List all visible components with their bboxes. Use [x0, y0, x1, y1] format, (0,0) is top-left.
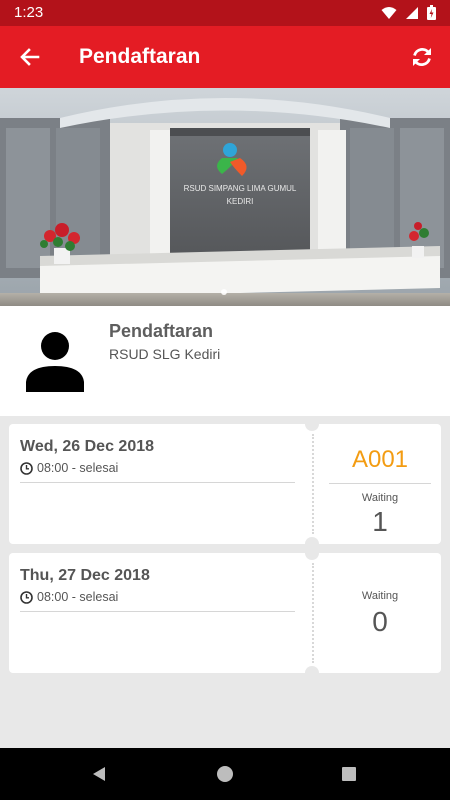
wifi-icon	[381, 6, 397, 19]
queue-number: A001	[351, 446, 409, 473]
waiting-count: 1	[372, 506, 388, 537]
schedule-card[interactable]: Wed, 26 Dec 2018 08:00 - selesai A001 Wa…	[9, 417, 441, 551]
waiting-label: Waiting	[361, 590, 399, 602]
triangle-back-icon	[93, 767, 105, 781]
hero-image-carousel[interactable]: RSUD SIMPANG LIMA GUMUL KEDIRI	[0, 88, 450, 306]
divider	[329, 483, 431, 484]
clock-icon	[20, 461, 33, 475]
clock-icon	[20, 590, 33, 604]
schedule-time: 08:00 - selesai	[20, 590, 118, 604]
back-button[interactable]	[12, 39, 48, 75]
schedule-date: Wed, 26 Dec 2018	[20, 438, 155, 455]
arrow-left-icon	[20, 48, 40, 66]
status-icons	[381, 5, 436, 20]
square-recents-icon	[342, 767, 356, 781]
ticket-notch	[305, 546, 319, 560]
schedule-time-text: 08:00 - selesai	[37, 461, 119, 475]
profile-subtitle: RSUD SLG Kediri	[109, 346, 221, 362]
ticket-notch	[305, 417, 319, 431]
page-title: Pendaftaran	[79, 45, 201, 68]
person-icon	[26, 332, 84, 392]
status-time: 1:23	[14, 4, 44, 21]
nav-home-button[interactable]	[213, 762, 237, 786]
profile-section: Pendaftaran RSUD SLG Kediri	[0, 306, 450, 416]
schedule-time: 08:00 - selesai	[20, 461, 118, 475]
building-sign-line1: RSUD SIMPANG LIMA GUMUL	[184, 184, 297, 193]
ticket-perforation	[312, 434, 314, 534]
waiting-count: 0	[372, 606, 388, 637]
schedule-card[interactable]: Thu, 27 Dec 2018 08:00 - selesai Waiting…	[9, 546, 441, 680]
ticket-perforation	[312, 563, 314, 663]
battery-icon	[427, 5, 436, 20]
divider	[20, 611, 295, 612]
status-bar: 1:23	[0, 0, 450, 26]
schedule-time-text: 08:00 - selesai	[37, 590, 119, 604]
building-sign-line2: KEDIRI	[227, 197, 254, 206]
nav-recents-button[interactable]	[337, 762, 361, 786]
schedule-date: Thu, 27 Dec 2018	[20, 567, 150, 584]
ticket-notch	[305, 666, 319, 680]
circle-home-icon	[217, 766, 233, 782]
waiting-label: Waiting	[361, 492, 399, 504]
profile-name: Pendaftaran	[109, 321, 214, 341]
signal-icon	[406, 6, 418, 19]
nav-back-button[interactable]	[87, 762, 111, 786]
divider	[20, 482, 295, 483]
refresh-button[interactable]	[404, 39, 440, 75]
hospital-lobby-image: RSUD SIMPANG LIMA GUMUL KEDIRI	[0, 88, 450, 306]
refresh-icon	[413, 48, 431, 66]
system-nav-bar	[0, 748, 450, 800]
app-bar: Pendaftaran	[0, 26, 450, 88]
carousel-indicator-dot[interactable]	[221, 289, 227, 295]
